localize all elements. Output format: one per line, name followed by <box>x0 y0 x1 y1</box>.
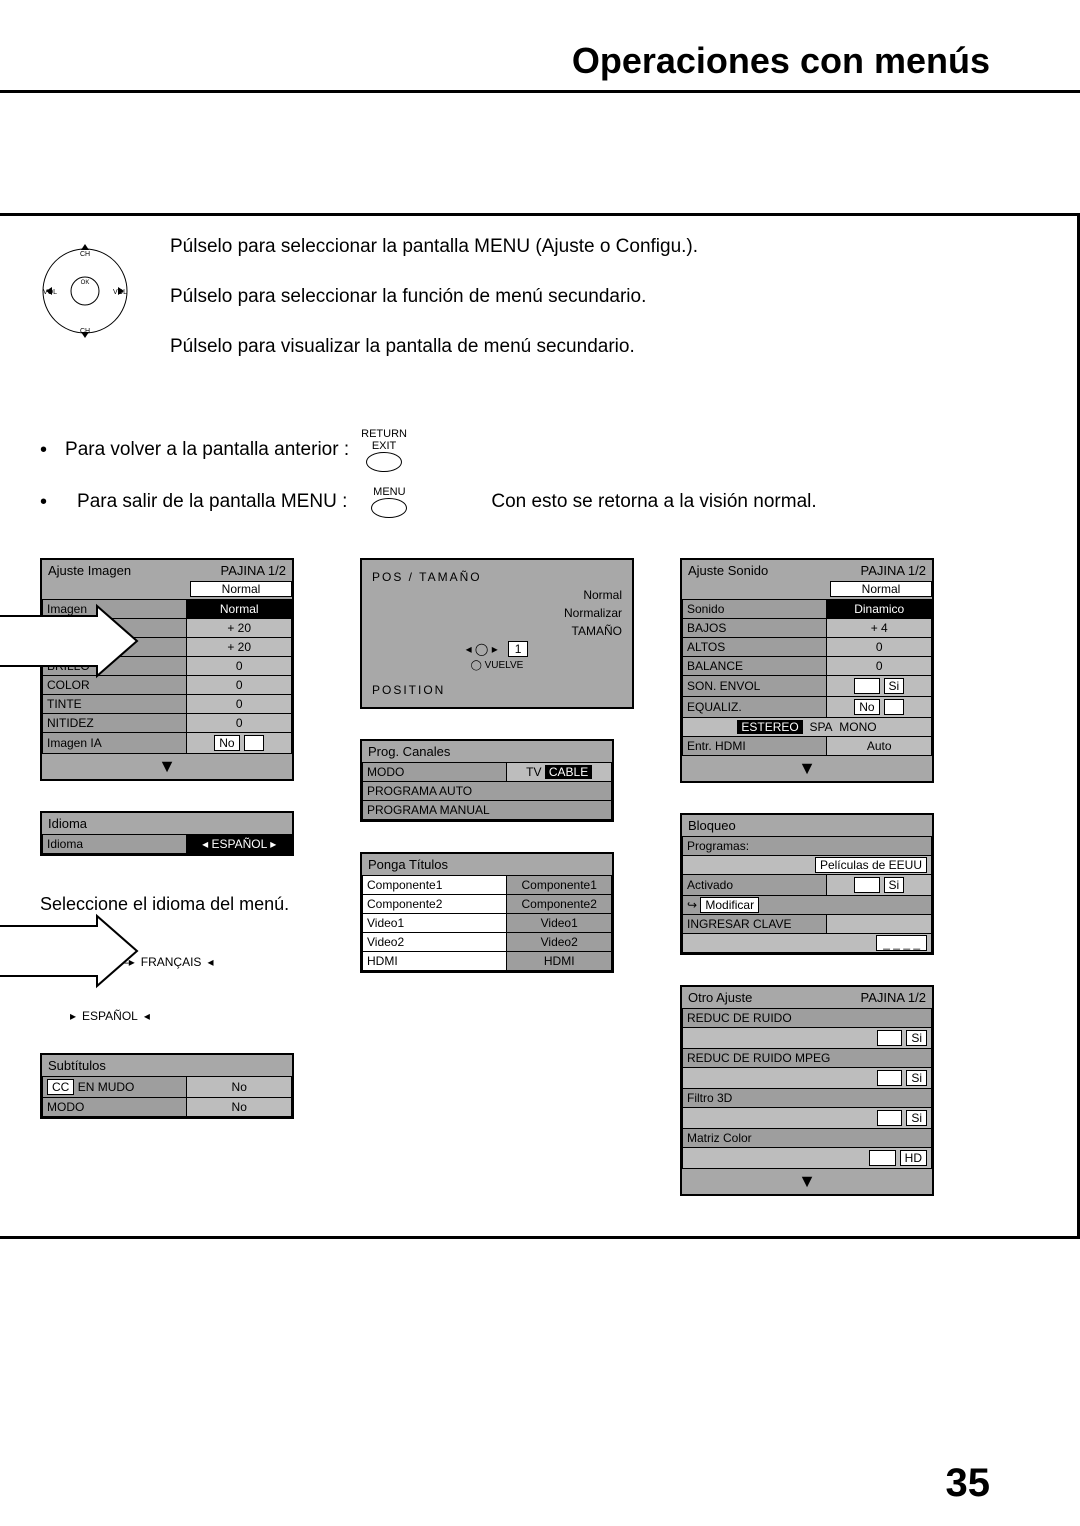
menu-ajuste-sonido: Ajuste SonidoPAJINA 1/2 Normal SonidoDin… <box>680 558 934 783</box>
menu-pos-tamano: POS / TAMAÑO Normal Normalizar TAMAÑO ◂ … <box>360 558 634 709</box>
menu-subtitulos: Subtítulos CC EN MUDONo MODONo <box>40 1053 294 1119</box>
note-back: Para volver a la pantalla anterior : <box>65 439 349 461</box>
page-title: Operaciones con menús <box>0 40 1080 90</box>
note-exit: Para salir de la pantalla MENU : <box>77 491 347 513</box>
chevron-down-icon: ▼ <box>42 754 292 779</box>
page-number: 35 <box>946 1461 991 1506</box>
menu-idioma: Idioma Idioma◂ ESPAÑOL ▸ <box>40 811 294 856</box>
title-rule <box>0 90 1080 93</box>
dpad-desc-2: Púlselo para seleccionar la función de m… <box>170 286 698 308</box>
menu-otro-ajuste: Otro AjustePAJINA 1/2 REDUC DE RUIDO NoS… <box>680 985 934 1196</box>
dpad-desc-3: Púlselo para visualizar la pantalla de m… <box>170 336 698 358</box>
svg-text:OK: OK <box>81 280 90 286</box>
chevron-down-icon: ▼ <box>682 756 932 781</box>
svg-text:CH: CH <box>80 251 90 258</box>
return-exit-button-icon: RETURN EXIT <box>361 428 407 472</box>
idioma-caption: Seleccione el idioma del menú. <box>40 894 320 915</box>
menu-bloqueo: Bloqueo Programas: Películas de EEUU Act… <box>680 813 934 955</box>
dpad-icon: CH CH VOL VOL OK <box>40 236 130 346</box>
note-exit-after: Con esto se retorna a la visión normal. <box>491 491 816 513</box>
dpad-desc-1: Púlselo para seleccionar la pantalla MEN… <box>170 236 698 258</box>
chevron-down-icon: ▼ <box>682 1169 932 1194</box>
content-frame: CH CH VOL VOL OK Púlselo para selecciona… <box>0 213 1080 1239</box>
menu-ponga-titulos: Ponga Títulos Componente1Componente1 Com… <box>360 852 614 973</box>
menu-button-icon: MENU <box>371 486 407 518</box>
menu-prog-canales: Prog. Canales MODOTV CABLE PROGRAMA AUTO… <box>360 739 614 822</box>
